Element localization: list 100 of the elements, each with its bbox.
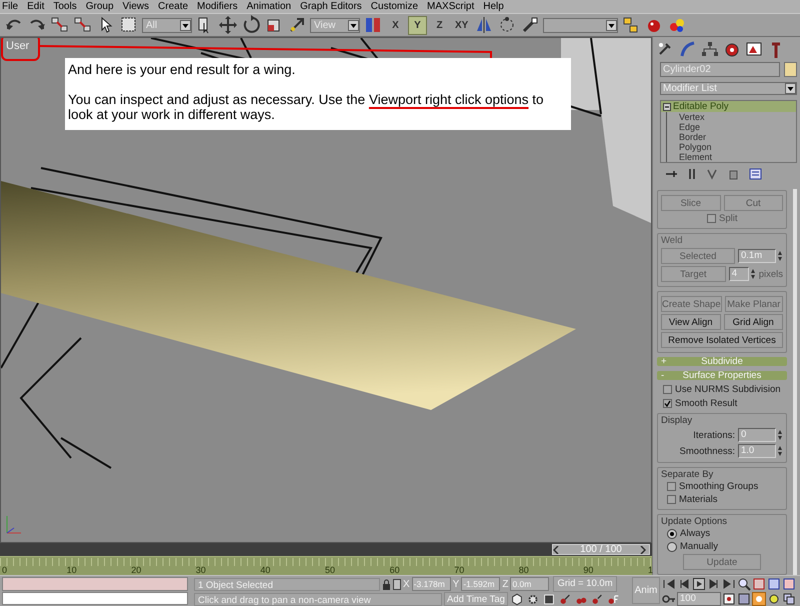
tick-label: 40 bbox=[260, 565, 270, 575]
tick-label: 60 bbox=[390, 565, 400, 575]
grid-size: Grid = 10.0m bbox=[553, 576, 617, 592]
tick-label: 50 bbox=[325, 565, 336, 575]
configure-icon[interactable] bbox=[749, 168, 762, 180]
axis-label: X bbox=[403, 578, 410, 590]
key-icon[interactable] bbox=[558, 592, 572, 606]
rotate-icon[interactable] bbox=[241, 15, 261, 35]
stack-item-label: Editable Poly bbox=[673, 101, 728, 112]
named-selection-dropdown[interactable] bbox=[543, 18, 618, 32]
zoom-all-icon[interactable] bbox=[752, 577, 766, 591]
rollout-sign: - bbox=[661, 370, 666, 381]
axis-constraint-button[interactable]: Y bbox=[408, 16, 427, 34]
sub-object-item[interactable]: Edge bbox=[679, 122, 796, 132]
move-icon[interactable] bbox=[218, 15, 238, 35]
tick-label: 20 bbox=[131, 565, 142, 575]
go-to-start-icon[interactable] bbox=[662, 577, 676, 591]
axis-constraint-button[interactable]: Z bbox=[430, 16, 449, 34]
callout-title: And here is your end result for a wing. bbox=[68, 62, 296, 77]
viewport[interactable]: User And here is your end result for a wing. You can inspect and adjust as necessary. Use the Viewport right click options to look at your work in different ways. bbox=[0, 37, 652, 543]
menu-item[interactable]: File bbox=[2, 0, 18, 12]
rollout-title: Subdivide bbox=[700, 356, 744, 367]
checkbox[interactable]: Smoothing Groups bbox=[667, 481, 783, 492]
checkbox[interactable]: Use NURMS Subdivision bbox=[663, 384, 787, 395]
radio-button[interactable] bbox=[667, 542, 677, 552]
collapse-icon[interactable] bbox=[663, 102, 671, 110]
tick-label: 0 bbox=[2, 565, 8, 575]
prompt-text: Click and drag to pan a non-camera view bbox=[194, 592, 442, 606]
field-label: Iterations: bbox=[693, 430, 735, 440]
track-bar[interactable]: 0 10 20 30 40 50 60 70 80 90 1 bbox=[0, 556, 652, 575]
panel-button[interactable]: Remove Isolated Vertices bbox=[661, 332, 783, 348]
hierarchy-tab-icon[interactable] bbox=[700, 40, 720, 58]
highlight-outline bbox=[1, 38, 40, 61]
tick-label: 80 bbox=[518, 565, 529, 575]
unit-label: pixels bbox=[758, 268, 783, 280]
menu-item[interactable]: Modifiers bbox=[197, 0, 238, 12]
selection-status: 1 Object Selected bbox=[194, 578, 380, 590]
axis-tripod-icon bbox=[4, 514, 22, 536]
checkbox[interactable]: Materials bbox=[667, 494, 783, 505]
play-icon[interactable] bbox=[692, 577, 706, 591]
absolute-mode-icon[interactable] bbox=[393, 578, 401, 590]
maximize-viewport-icon[interactable] bbox=[782, 592, 796, 606]
checkmark-icon bbox=[664, 400, 671, 407]
menu-item[interactable]: Group bbox=[86, 0, 114, 12]
axis-constraint-button[interactable]: X bbox=[386, 16, 405, 34]
group-title: Display bbox=[661, 415, 694, 426]
axis-label: Y bbox=[452, 578, 460, 590]
align-icon[interactable] bbox=[520, 15, 540, 35]
sub-object-item[interactable]: Polygon bbox=[679, 142, 796, 152]
tick-label: 30 bbox=[196, 565, 206, 575]
time-config-icon[interactable] bbox=[722, 592, 736, 606]
rollout-header[interactable]: - Surface Properties bbox=[657, 371, 787, 380]
gear-icon[interactable] bbox=[526, 592, 540, 606]
scrollbar[interactable] bbox=[793, 189, 797, 575]
radio-label: Always bbox=[680, 528, 710, 539]
zoom-extents-icon[interactable] bbox=[767, 577, 781, 591]
group-title: Weld bbox=[661, 235, 684, 246]
object-color-swatch[interactable] bbox=[784, 62, 797, 77]
script-output-field[interactable] bbox=[2, 592, 188, 605]
pan-hand-icon[interactable] bbox=[752, 592, 766, 606]
group-title: Separate By bbox=[661, 469, 714, 480]
menu-item[interactable]: Customize bbox=[370, 0, 418, 12]
menu-item[interactable]: MAXScript bbox=[427, 0, 474, 12]
script-listener-field[interactable] bbox=[2, 577, 188, 590]
sub-object-item[interactable]: Vertex bbox=[679, 112, 796, 122]
stack-item[interactable]: Editable Poly bbox=[661, 101, 796, 112]
group-title: Update Options bbox=[661, 516, 728, 527]
menu-item[interactable]: Tools bbox=[53, 0, 77, 12]
menu-item[interactable]: Help bbox=[483, 0, 504, 12]
axis-constraint-button[interactable]: XY bbox=[452, 16, 472, 34]
panel-button[interactable]: View Align bbox=[661, 314, 720, 330]
tick-label: 90 bbox=[583, 565, 594, 575]
display-tab-icon[interactable] bbox=[744, 40, 764, 58]
key-icon[interactable] bbox=[590, 592, 604, 606]
sub-object-item[interactable]: Border bbox=[679, 132, 796, 142]
pin-icon[interactable] bbox=[665, 168, 678, 180]
orbit-icon[interactable] bbox=[767, 592, 781, 606]
rollout-sign: + bbox=[661, 356, 668, 367]
lock-icon[interactable] bbox=[382, 578, 391, 590]
zoom-extents-all-icon[interactable] bbox=[782, 577, 796, 591]
menu-item[interactable]: Edit bbox=[27, 0, 44, 12]
field-of-view-icon[interactable] bbox=[737, 592, 751, 606]
checkbox[interactable]: Smooth Result bbox=[663, 398, 787, 409]
callout-text: You can inspect and adjust as necessary. Use the Viewport right click options to look at your work in different ways. bbox=[68, 92, 545, 122]
zoom-icon[interactable] bbox=[737, 577, 751, 591]
menu-item[interactable]: Views bbox=[122, 0, 150, 12]
panel-button[interactable]: Grid Align bbox=[724, 314, 783, 330]
rollout-title: Surface Properties bbox=[682, 370, 762, 381]
menu-item[interactable]: Animation bbox=[246, 0, 292, 12]
radio-label: Manually bbox=[680, 541, 718, 552]
rollout-header[interactable]: + Subdivide bbox=[657, 357, 787, 366]
menu-item[interactable]: Graph Editors bbox=[300, 0, 362, 12]
tick-label: 10 bbox=[66, 565, 77, 575]
go-to-end-icon[interactable] bbox=[722, 577, 736, 591]
axis-label: Z bbox=[502, 578, 508, 590]
radio-button[interactable] bbox=[667, 528, 677, 538]
menu-item[interactable]: Create bbox=[158, 0, 188, 12]
cube-icon[interactable] bbox=[542, 592, 556, 606]
sub-object-item[interactable]: Element bbox=[679, 152, 796, 162]
tick-label: 70 bbox=[454, 565, 464, 575]
